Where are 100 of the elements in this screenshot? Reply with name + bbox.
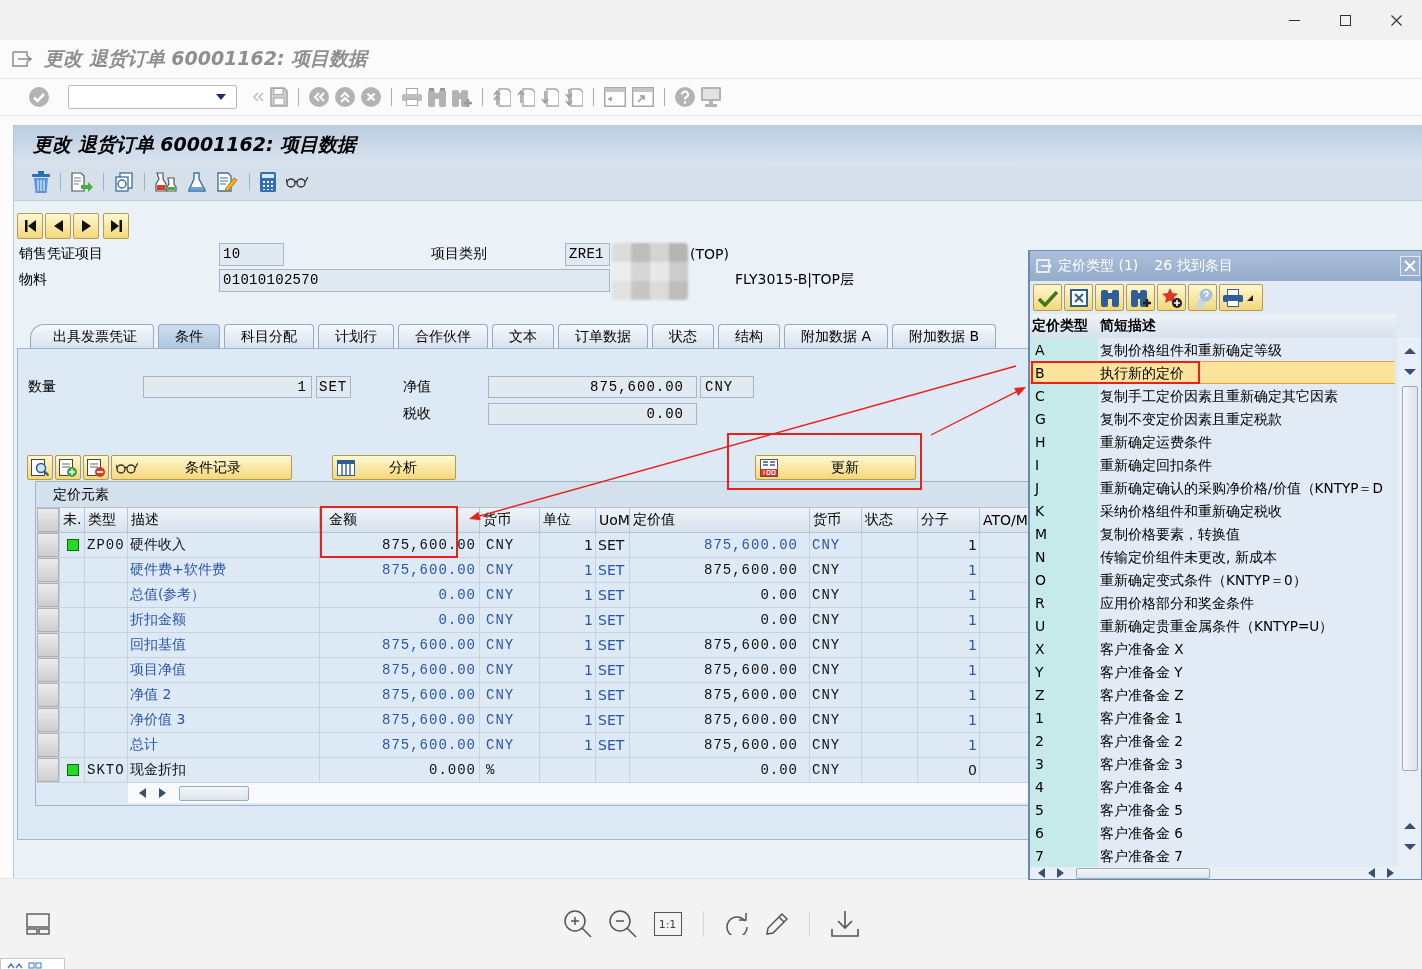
last-item-button[interactable] — [103, 213, 129, 239]
maximize-icon[interactable] — [1340, 14, 1351, 26]
first-item-button[interactable] — [17, 213, 43, 239]
list-row[interactable]: H 重新确定运费条件 — [1030, 430, 1396, 453]
scroll-right-icon[interactable] — [1387, 868, 1394, 878]
command-field[interactable] — [68, 85, 237, 109]
zoom-out-icon[interactable] — [608, 910, 637, 938]
previous-item-button[interactable] — [45, 213, 71, 239]
currency-field[interactable]: CNY — [700, 376, 754, 398]
actual-size-button[interactable]: 1:1 — [653, 912, 682, 936]
list-row[interactable]: R 应用价格部分和奖金条件 — [1030, 591, 1396, 614]
list-row[interactable]: 1 客户准备金 1 — [1030, 706, 1396, 729]
scroll-thumb[interactable] — [179, 785, 249, 801]
list-row[interactable]: X 客户准备金 X — [1030, 637, 1396, 660]
next-page-icon[interactable] — [541, 87, 559, 107]
last-page-icon[interactable] — [565, 87, 583, 107]
save-icon[interactable] — [270, 87, 288, 107]
scroll-thumb[interactable] — [1076, 867, 1210, 879]
material-field[interactable]: 01010102570 — [219, 268, 610, 292]
scroll-right-icon[interactable] — [159, 788, 166, 798]
cancel-button[interactable] — [1064, 284, 1093, 311]
action-button[interactable]: 更新 — [755, 455, 916, 480]
next-item-button[interactable] — [73, 213, 99, 239]
list-row[interactable]: 4 客户准备金 4 — [1030, 775, 1396, 798]
list-row[interactable]: A 复制价格组件和重新确定等级 — [1030, 338, 1396, 361]
rotate-icon[interactable] — [724, 913, 749, 935]
list-row[interactable]: K 采纳价格组件和重新确定税收 — [1030, 499, 1396, 522]
list-row[interactable]: B 执行新的定价 — [1030, 361, 1396, 384]
thumbnail-tab[interactable] — [0, 958, 65, 969]
close-icon[interactable] — [1391, 14, 1402, 26]
column-header[interactable]: 货币 — [813, 511, 841, 529]
list-row[interactable]: 6 客户准备金 6 — [1030, 821, 1396, 844]
list-row[interactable]: U 重新确定贵重金属条件（KNTYP=U） — [1030, 614, 1396, 637]
new-window-icon[interactable] — [604, 87, 626, 107]
action-button[interactable]: 条件记录 — [111, 455, 292, 480]
binoculars-plus-icon[interactable] — [452, 87, 472, 107]
pencil-icon[interactable] — [765, 913, 788, 935]
first-page-icon[interactable] — [493, 87, 511, 107]
printer-icon[interactable] — [402, 88, 422, 106]
list-row[interactable]: 3 客户准备金 3 — [1030, 752, 1396, 775]
details-button[interactable] — [27, 455, 53, 480]
list-row[interactable]: J 重新确定确认的采购净价格/价值（KNTYP＝D — [1030, 476, 1396, 499]
find-button[interactable] — [1095, 284, 1124, 311]
column-header[interactable]: 定价类型 — [1030, 314, 1098, 338]
tab[interactable]: 附加数据 A — [784, 324, 889, 348]
scroll-left-icon[interactable] — [1038, 868, 1045, 878]
window-link-icon[interactable] — [632, 87, 654, 107]
trash-icon[interactable] — [32, 171, 50, 193]
column-header[interactable]: 货币 — [483, 511, 511, 529]
list-row[interactable]: C 复制手工定价因素且重新确定其它因素 — [1030, 384, 1396, 407]
list-row[interactable]: Z 客户准备金 Z — [1030, 683, 1396, 706]
tax-field[interactable]: 0.00 — [488, 403, 697, 425]
previous-page-icon[interactable] — [517, 87, 535, 107]
net-value-field[interactable]: 875,600.00 — [488, 376, 697, 398]
zoom-in-icon[interactable] — [563, 910, 592, 938]
list-row[interactable]: 7 客户准备金 7 — [1030, 844, 1396, 867]
find-next-button[interactable] — [1126, 284, 1155, 311]
tab[interactable]: 科目分配 — [224, 324, 314, 348]
column-header[interactable]: 描述 — [131, 511, 159, 529]
minimize-icon[interactable] — [1289, 19, 1300, 21]
calculator-icon[interactable] — [260, 172, 276, 192]
scroll-left-icon[interactable] — [139, 788, 146, 798]
list-row[interactable]: Y 客户准备金 Y — [1030, 660, 1396, 683]
list-row[interactable]: O 重新确定变式条件（KNTYP＝0） — [1030, 568, 1396, 591]
print-button[interactable] — [1219, 284, 1263, 311]
unit-field[interactable]: SET — [316, 376, 351, 398]
tab[interactable]: 附加数据 B — [892, 324, 997, 348]
column-header[interactable]: 未. — [63, 511, 82, 529]
column-header[interactable]: 分子 — [921, 511, 949, 529]
tab[interactable]: 状态 — [652, 324, 714, 348]
column-header[interactable]: 定价值 — [633, 511, 675, 529]
tab[interactable]: 计划行 — [318, 324, 394, 348]
column-header[interactable]: UoM — [599, 512, 630, 528]
list-row[interactable]: G 复制不变定价因素且重定税款 — [1030, 407, 1396, 430]
document-stack-icon[interactable] — [114, 172, 134, 192]
scroll-thumb[interactable] — [1401, 386, 1418, 771]
scroll-down-icon[interactable] — [1402, 843, 1417, 851]
tab[interactable]: 合作伙伴 — [398, 324, 488, 348]
scroll-right-icon[interactable] — [1057, 868, 1064, 878]
list-row[interactable]: 5 客户准备金 5 — [1030, 798, 1396, 821]
flasks-icon[interactable] — [155, 172, 177, 192]
item-field[interactable]: 10 — [219, 242, 284, 266]
scroll-up-icon[interactable] — [1402, 345, 1417, 355]
tab[interactable]: 条件 — [158, 324, 220, 348]
confirm-button[interactable] — [1033, 284, 1062, 311]
scroll-up-icon[interactable] — [1402, 820, 1417, 830]
tab[interactable]: 文本 — [492, 324, 554, 348]
glasses-icon[interactable] — [286, 176, 308, 188]
document-edit-icon[interactable] — [217, 172, 239, 192]
caret-icon[interactable] — [216, 94, 226, 100]
document-export-icon[interactable] — [71, 172, 93, 192]
download-icon[interactable] — [830, 911, 859, 937]
column-header[interactable]: 类型 — [88, 511, 116, 529]
list-row[interactable]: 2 客户准备金 2 — [1030, 729, 1396, 752]
column-header[interactable]: 金额 — [329, 511, 357, 529]
tab[interactable]: 出具发票凭证 — [30, 324, 154, 348]
column-header[interactable]: ATO/M — [983, 512, 1028, 528]
tab[interactable]: 订单数据 — [558, 324, 648, 348]
column-header[interactable]: 单位 — [543, 511, 571, 529]
scroll-down-icon[interactable] — [1402, 368, 1417, 376]
